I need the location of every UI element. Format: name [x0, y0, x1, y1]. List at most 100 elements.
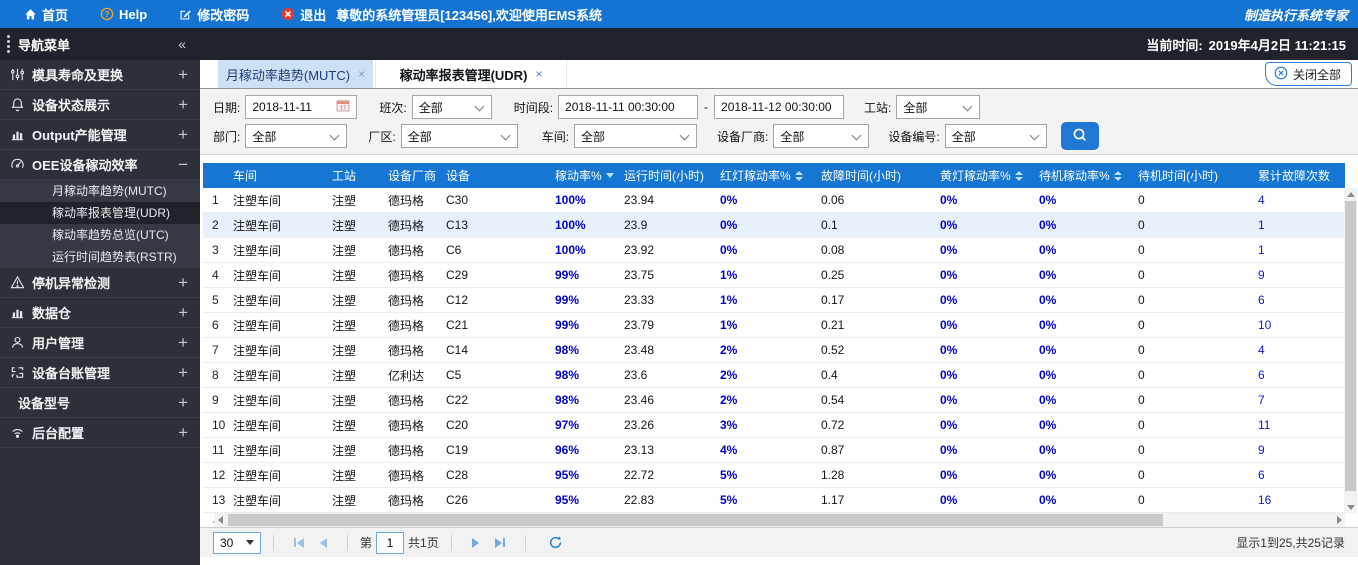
cell-累计故障次数[interactable]: 4 [1253, 193, 1345, 207]
sidebar-item-7[interactable]: 设备台账管理 + [0, 358, 200, 388]
sidebar-item-6[interactable]: 用户管理 + [0, 328, 200, 358]
table-row-13[interactable]: 13 注塑车间 注塑 德玛格 C26 95% 22.83 5% 1.17 0% 0% 0 16 [203, 488, 1345, 513]
scroll-left-icon[interactable] [214, 513, 226, 527]
table-row-7[interactable]: 7 注塑车间 注塑 德玛格 C14 98% 23.48 2% 0.52 0% 0% 0 4 [203, 338, 1345, 363]
refresh-icon[interactable] [548, 535, 563, 550]
horizontal-scrollbar[interactable] [214, 513, 1345, 527]
nav-home[interactable]: 首页 [24, 5, 68, 24]
expand-icon[interactable]: + [178, 364, 188, 381]
date-input[interactable]: 2018-11-11 17 [245, 95, 358, 119]
sidebar-item-8[interactable]: 设备型号 + [0, 388, 200, 418]
column-header-5[interactable]: 稼动率% [550, 163, 616, 188]
column-header-6[interactable]: 运行时间(小时) [616, 163, 716, 188]
table-row-6[interactable]: 6 注塑车间 注塑 德玛格 C21 99% 23.79 1% 0.21 0% 0% 0 10 [203, 313, 1345, 338]
page-size-select[interactable]: 30 [213, 531, 261, 554]
tab-mutc[interactable]: 月稼动率趋势(MUTC) × [218, 60, 373, 88]
table-row-1[interactable]: 1 注塑车间 注塑 德玛格 C30 100% 23.94 0% 0.06 0% 0% 0 4 [203, 188, 1345, 213]
time-end-input[interactable]: 2018-11-12 00:30:00 [714, 95, 845, 119]
device-no-select[interactable]: 全部 [944, 124, 1047, 148]
scroll-up-icon[interactable] [1344, 188, 1357, 200]
collapse-sidebar-icon[interactable]: « [178, 36, 186, 52]
table-row-9[interactable]: 9 注塑车间 注塑 德玛格 C22 98% 23.46 2% 0.54 0% 0% 0 7 [203, 388, 1345, 413]
column-header-2[interactable]: 工站 [331, 163, 388, 188]
cell-累计故障次数[interactable]: 6 [1253, 468, 1345, 482]
expand-icon[interactable]: + [178, 274, 188, 291]
time-start-input[interactable]: 2018-11-11 00:30:00 [558, 95, 699, 119]
expand-icon[interactable]: + [178, 424, 188, 441]
table-row-11[interactable]: 11 注塑车间 注塑 德玛格 C19 96% 23.13 4% 0.87 0% 0% 0 9 [203, 438, 1345, 463]
expand-icon[interactable]: + [178, 126, 188, 143]
table-row-4[interactable]: 4 注塑车间 注塑 德玛格 C29 99% 23.75 1% 0.25 0% 0% 0 9 [203, 263, 1345, 288]
column-header-10[interactable]: 待机稼动率% [1036, 163, 1133, 188]
table-row-2[interactable]: 2 注塑车间 注塑 德玛格 C13 100% 23.9 0% 0.1 0% 0% 0 1 [203, 213, 1345, 238]
cell-累计故障次数[interactable]: 6 [1253, 293, 1345, 307]
vertical-scrollbar[interactable] [1344, 188, 1357, 513]
prev-page-button[interactable] [320, 537, 327, 548]
vendor-select[interactable]: 全部 [773, 124, 870, 148]
table-row-12[interactable]: 12 注塑车间 注塑 德玛格 C28 95% 22.72 5% 1.28 0% 0% 0 6 [203, 463, 1345, 488]
sidebar-item-3[interactable]: OEE设备稼动效率 − [0, 150, 200, 180]
cell-累计故障次数[interactable]: 9 [1253, 268, 1345, 282]
hscroll-thumb[interactable] [228, 514, 1163, 526]
column-header-1[interactable]: 车间 [231, 163, 331, 188]
sort-icon[interactable] [1113, 170, 1122, 181]
tab-mutc-close-icon[interactable]: × [358, 67, 365, 81]
nav-help[interactable]: ? Help [100, 7, 147, 22]
sidebar-subitem[interactable]: 稼动率报表管理(UDR) [0, 202, 200, 224]
next-page-button[interactable] [471, 537, 479, 548]
table-row-3[interactable]: 3 注塑车间 注塑 德玛格 C6 100% 23.92 0% 0.08 0% 0% 0 1 [203, 238, 1345, 263]
cell-累计故障次数[interactable]: 10 [1253, 318, 1345, 332]
column-header-12[interactable]: 累计故障次数 [1253, 163, 1345, 188]
sort-icon[interactable] [794, 170, 803, 181]
sidebar-item-9[interactable]: 后台配置 + [0, 418, 200, 448]
sort-icon[interactable] [1014, 170, 1023, 181]
station-select[interactable]: 全部 [896, 95, 981, 119]
column-header-4[interactable]: 设备 [446, 163, 550, 188]
column-header-9[interactable]: 黄灯稼动率% [931, 163, 1036, 188]
cell-累计故障次数[interactable]: 16 [1253, 493, 1345, 507]
last-page-button[interactable] [494, 537, 505, 548]
sidebar-item-5[interactable]: 数据仓 + [0, 298, 200, 328]
sidebar-item-0[interactable]: 模具寿命及更换 + [0, 60, 200, 90]
sidebar-subitem[interactable]: 稼动率趋势总览(UTC) [0, 224, 200, 246]
tab-udr-close-icon[interactable]: × [535, 67, 542, 81]
expand-icon[interactable]: + [178, 394, 188, 411]
cell-累计故障次数[interactable]: 1 [1253, 243, 1345, 257]
page-number-input[interactable] [376, 531, 405, 554]
cell-累计故障次数[interactable]: 6 [1253, 368, 1345, 382]
collapse-icon[interactable]: − [178, 156, 188, 173]
sidebar-subitem[interactable]: 月稼动率趋势(MUTC) [0, 180, 200, 202]
expand-icon[interactable]: + [178, 334, 188, 351]
calendar-icon[interactable]: 17 [336, 99, 350, 115]
column-header-11[interactable]: 待机时间(小时) [1133, 163, 1253, 188]
column-header-0[interactable] [203, 163, 231, 188]
shift-select[interactable]: 全部 [411, 95, 492, 119]
cell-累计故障次数[interactable]: 1 [1253, 218, 1345, 232]
column-header-7[interactable]: 红灯稼动率% [716, 163, 811, 188]
expand-icon[interactable]: + [178, 304, 188, 321]
close-all-button[interactable]: 关闭全部 [1264, 62, 1352, 86]
expand-icon[interactable]: + [178, 96, 188, 113]
scroll-right-icon[interactable] [1333, 513, 1345, 527]
tab-udr[interactable]: 稼动率报表管理(UDR) × [375, 60, 567, 88]
nav-change-password[interactable]: 修改密码 [179, 5, 249, 24]
cell-累计故障次数[interactable]: 11 [1253, 418, 1345, 432]
expand-icon[interactable]: + [178, 66, 188, 83]
scroll-down-icon[interactable] [1344, 501, 1357, 513]
nav-logout[interactable]: 退出 [281, 5, 326, 24]
department-select[interactable]: 全部 [245, 124, 348, 148]
sidebar-item-1[interactable]: 设备状态展示 + [0, 90, 200, 120]
sidebar-subitem[interactable]: 运行时间趋势表(RSTR) [0, 246, 200, 268]
workshop-select[interactable]: 全部 [574, 124, 698, 148]
sidebar-item-2[interactable]: Output产能管理 + [0, 120, 200, 150]
cell-累计故障次数[interactable]: 4 [1253, 343, 1345, 357]
search-button[interactable] [1060, 122, 1099, 150]
column-header-8[interactable]: 故障时间(小时) [811, 163, 931, 188]
table-row-8[interactable]: 8 注塑车间 注塑 亿利达 C5 98% 23.6 2% 0.4 0% 0% 0 6 [203, 363, 1345, 388]
sort-desc-icon[interactable] [605, 173, 614, 178]
cell-累计故障次数[interactable]: 9 [1253, 443, 1345, 457]
vscroll-thumb[interactable] [1345, 201, 1356, 491]
first-page-button[interactable] [294, 537, 304, 548]
table-row-10[interactable]: 10 注塑车间 注塑 德玛格 C20 97% 23.26 3% 0.72 0% 0% 0 11 [203, 413, 1345, 438]
table-row-5[interactable]: 5 注塑车间 注塑 德玛格 C12 99% 23.33 1% 0.17 0% 0% 0 6 [203, 288, 1345, 313]
